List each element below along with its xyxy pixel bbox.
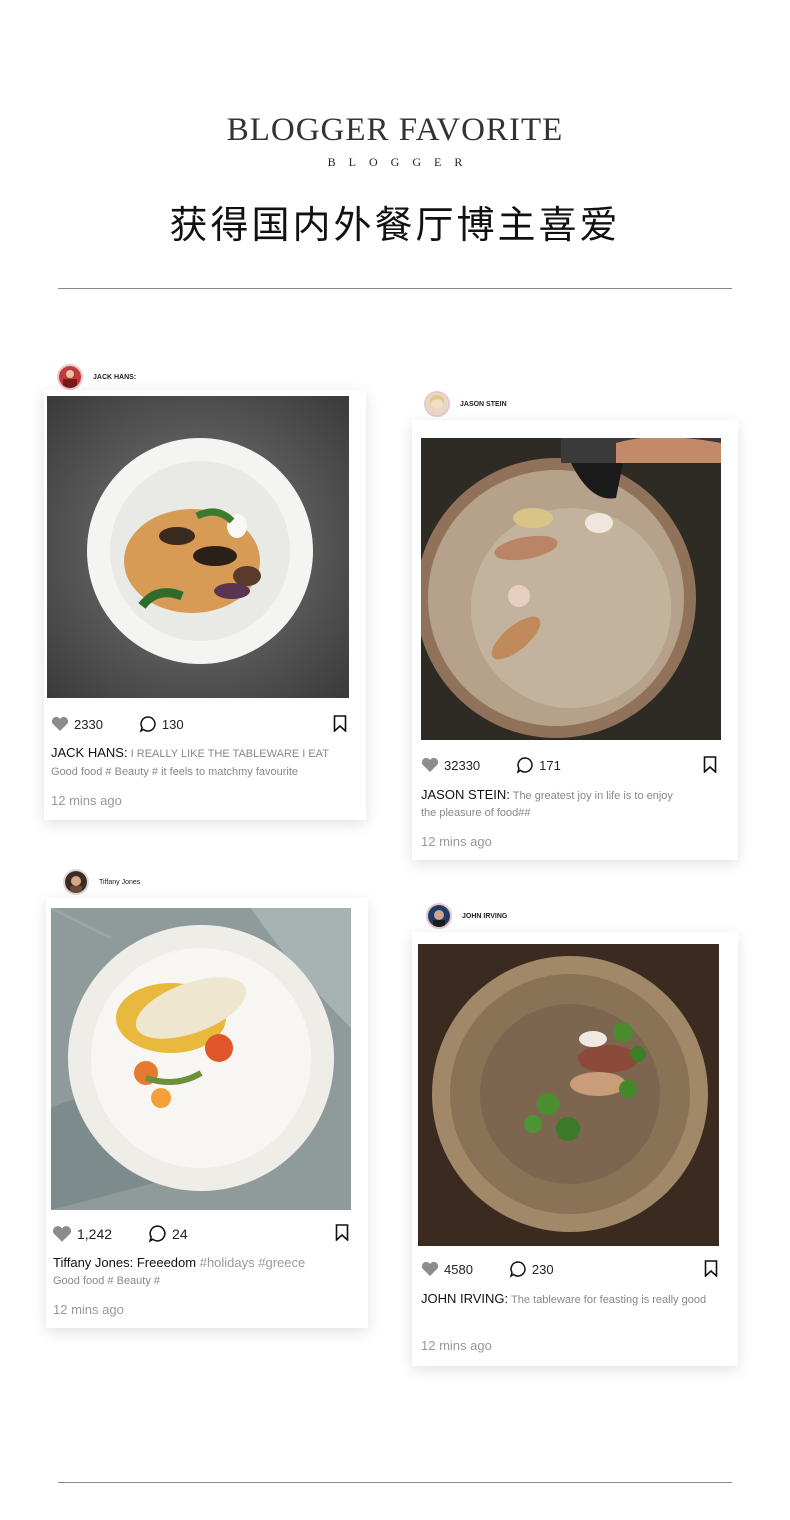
post-caption: Tiffany Jones: Freeedom #holidays #greec… xyxy=(53,1254,305,1272)
like-button[interactable]: 4580 xyxy=(421,1261,473,1277)
page-subtitle: BLOGGER xyxy=(327,155,476,169)
like-button[interactable]: 2330 xyxy=(51,716,103,732)
like-count: 2330 xyxy=(74,716,103,732)
post-stats: 2330 130 xyxy=(51,715,220,733)
page-title: BLOGGER FAVORITE xyxy=(226,112,564,148)
caption-author[interactable]: Tiffany Jones: xyxy=(53,1255,133,1270)
avatar[interactable] xyxy=(426,903,452,929)
heart-icon xyxy=(52,1225,72,1242)
post-card: 32330 171 JASON STEIN: The greatest joy … xyxy=(412,420,738,860)
comment-count: 24 xyxy=(172,1225,188,1242)
comment-count: 130 xyxy=(161,716,184,732)
post-author-tiffany[interactable]: Tiffany Jones xyxy=(63,869,140,895)
post-card: 4580 230 JOHN IRVING: The tableware for … xyxy=(412,932,738,1366)
avatar[interactable] xyxy=(63,869,89,895)
speech-bubble-icon xyxy=(516,757,533,774)
post-stats: 32330 171 xyxy=(421,756,597,774)
post-time: 12 mins ago xyxy=(421,834,492,849)
post-author-jack[interactable]: JACK HANS: xyxy=(57,364,136,390)
comment-button[interactable]: 24 xyxy=(148,1224,188,1243)
post-time: 12 mins ago xyxy=(421,1338,492,1353)
post-card: 2330 130 JACK HANS: I REALLY LIKE THE TA… xyxy=(44,390,366,820)
comment-button[interactable]: 130 xyxy=(139,715,184,733)
post-stats: 1,242 24 xyxy=(52,1224,224,1243)
post-photo[interactable] xyxy=(47,396,349,698)
like-count: 32330 xyxy=(444,757,481,773)
top-divider xyxy=(58,288,732,289)
heart-icon xyxy=(421,757,439,772)
like-button[interactable]: 32330 xyxy=(421,757,480,773)
post-time: 12 mins ago xyxy=(53,1302,124,1317)
caption-line2: the pleasure of food## xyxy=(421,807,531,819)
bookmark-icon[interactable] xyxy=(333,715,347,732)
page-title-chinese: 获得国内外餐厅博主喜爱 xyxy=(169,203,621,247)
caption-tags[interactable]: #holidays #greece xyxy=(200,1255,306,1270)
comment-button[interactable]: 230 xyxy=(509,1260,554,1278)
post-caption: JASON STEIN: The greatest joy in life is… xyxy=(421,786,673,805)
post-caption: JACK HANS: I REALLY LIKE THE TABLEWARE I… xyxy=(51,744,329,763)
speech-bubble-icon xyxy=(509,1261,526,1278)
caption-author[interactable]: JOHN IRVING: xyxy=(421,1291,508,1306)
author-name[interactable]: JASON STEIN xyxy=(460,401,507,408)
caption-author[interactable]: JACK HANS: xyxy=(51,745,128,760)
bottom-divider xyxy=(58,1482,732,1483)
caption-line2: Good food # Beauty # it feels to matchmy… xyxy=(51,766,299,778)
bookmark-icon[interactable] xyxy=(335,1224,349,1241)
caption-text: The greatest joy in life is to enjoy xyxy=(512,790,673,802)
caption-text: I REALLY LIKE THE TABLEWARE I EAT xyxy=(130,748,329,760)
speech-bubble-icon xyxy=(139,716,156,733)
like-count: 1,242 xyxy=(77,1225,113,1242)
post-caption: JOHN IRVING: The tableware for feasting … xyxy=(421,1290,706,1309)
heart-icon xyxy=(421,1261,439,1276)
post-photo[interactable] xyxy=(51,908,351,1210)
heart-icon xyxy=(51,716,69,731)
bookmark-icon[interactable] xyxy=(704,1260,718,1277)
comment-button[interactable]: 171 xyxy=(516,756,561,774)
post-photo[interactable] xyxy=(418,944,719,1246)
author-name[interactable]: Tiffany Jones xyxy=(99,879,140,886)
post-author-john[interactable]: JOHN IRVING xyxy=(426,903,507,929)
author-name[interactable]: JACK HANS: xyxy=(93,374,136,381)
avatar[interactable] xyxy=(424,391,450,417)
bookmark-icon[interactable] xyxy=(703,756,717,773)
post-photo[interactable] xyxy=(421,438,721,740)
comment-count: 171 xyxy=(539,757,561,773)
speech-bubble-icon xyxy=(148,1225,166,1243)
author-name[interactable]: JOHN IRVING xyxy=(462,913,507,920)
caption-author[interactable]: JASON STEIN: xyxy=(421,787,510,802)
avatar[interactable] xyxy=(57,364,83,390)
caption-line2: Good food # Beauty # xyxy=(53,1275,161,1287)
like-count: 4580 xyxy=(444,1261,473,1277)
caption-text: The tableware for feasting is really goo… xyxy=(511,1294,707,1306)
caption-text: Freeedom xyxy=(136,1255,197,1270)
comment-count: 230 xyxy=(531,1261,554,1277)
post-author-jason[interactable]: JASON STEIN xyxy=(424,391,507,417)
like-button[interactable]: 1,242 xyxy=(52,1225,112,1243)
post-card: 1,242 24 Tiffany Jones: Freeedom #holida… xyxy=(46,898,368,1328)
post-stats: 4580 230 xyxy=(421,1260,590,1278)
post-time: 12 mins ago xyxy=(51,793,122,808)
